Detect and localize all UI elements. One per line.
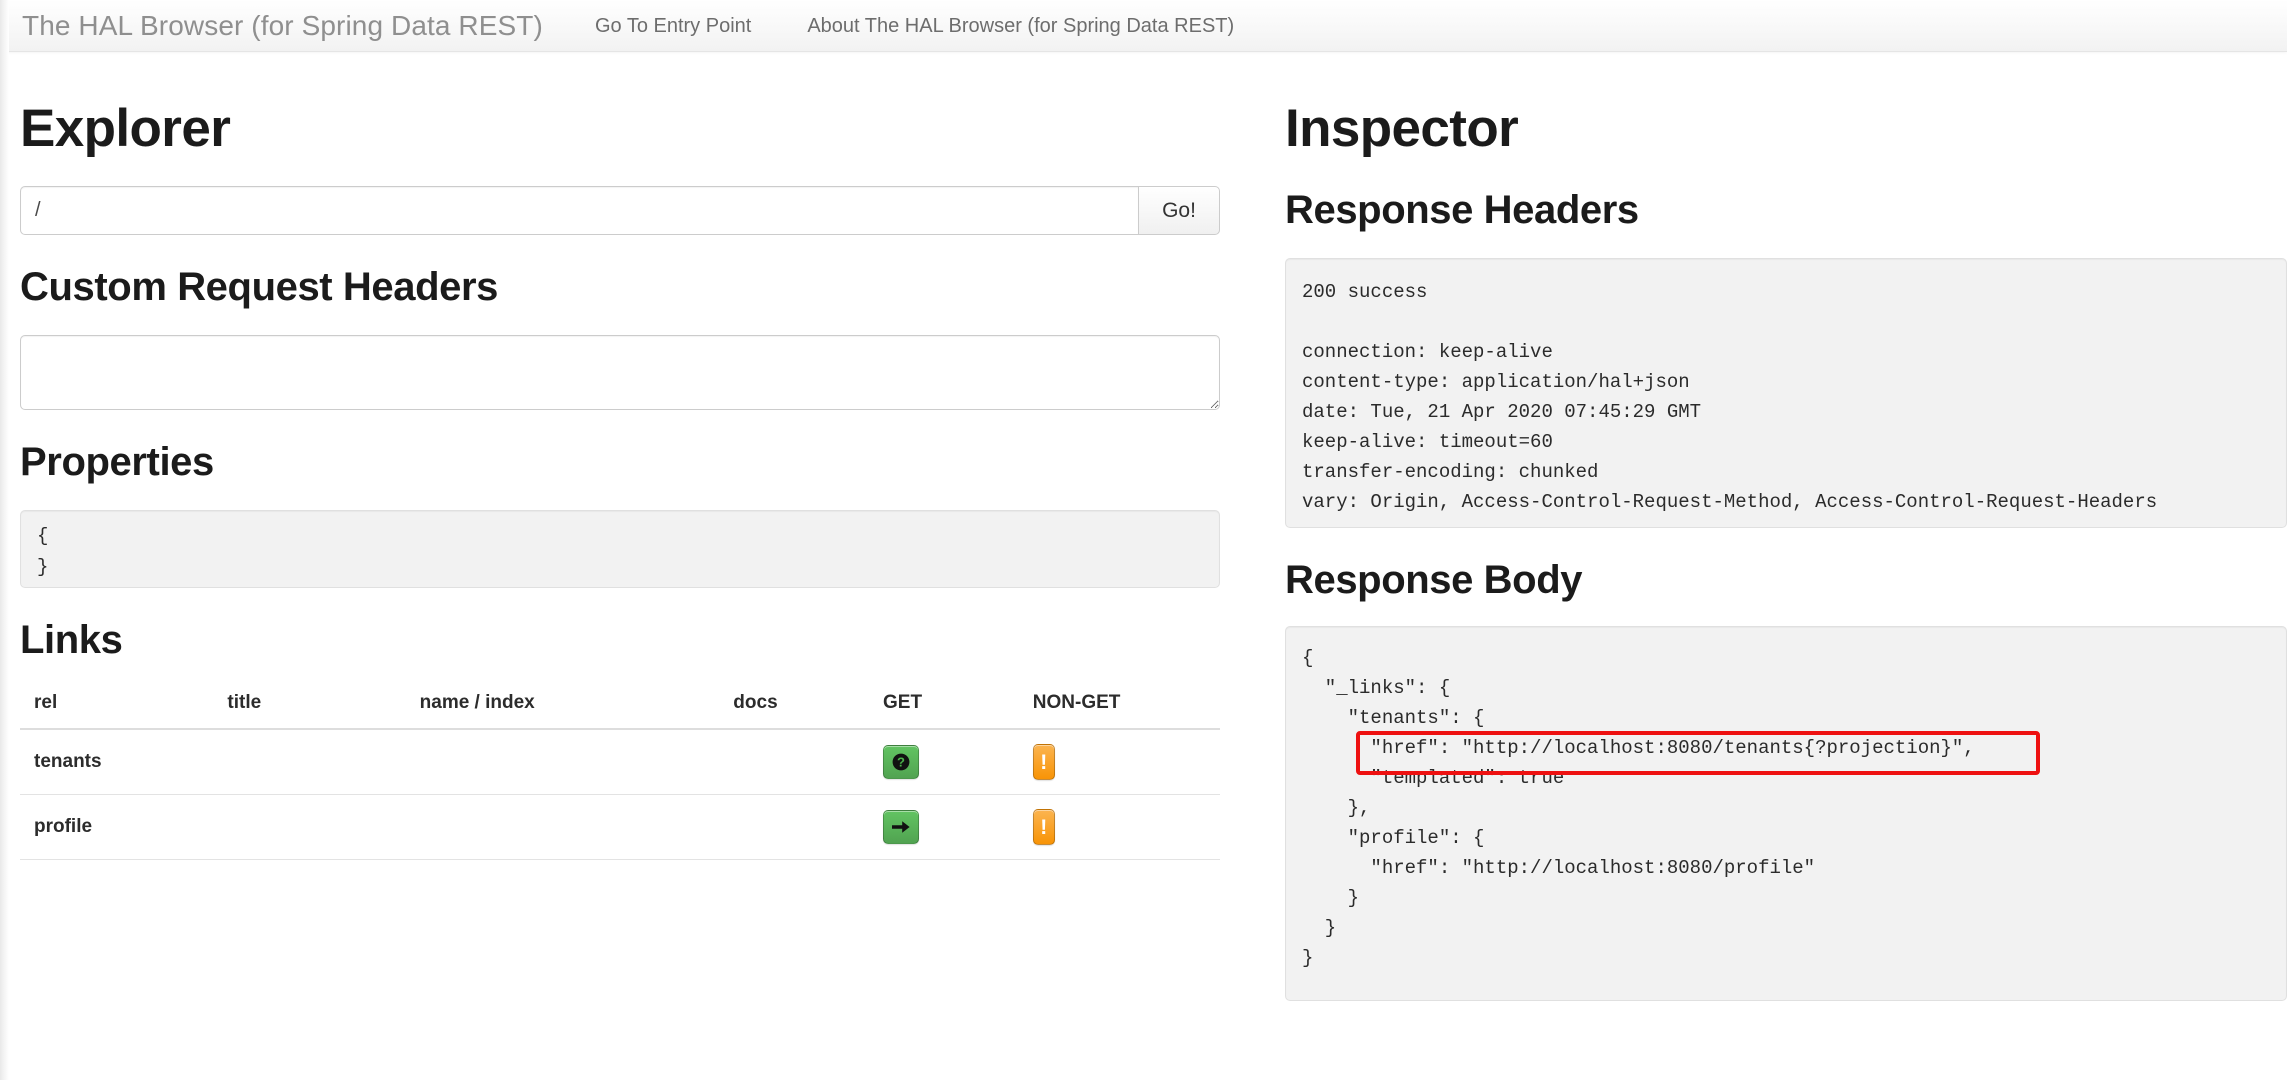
explorer-url-input[interactable] <box>20 186 1138 235</box>
response-body-well: { "_links": { "tenants": { "href": "http… <box>1285 626 2287 1001</box>
response-status-line: 200 success <box>1302 281 1428 303</box>
non-get-warning-button[interactable]: ! <box>1032 809 1055 845</box>
cell-docs <box>733 794 884 860</box>
spacer-line <box>1302 307 2270 337</box>
nav-link-about-hal-browser[interactable]: About The HAL Browser (for Spring Data R… <box>807 15 1234 37</box>
cell-rel: tenants <box>20 729 228 795</box>
exclamation-icon: ! <box>1040 815 1048 839</box>
cell-docs <box>733 729 884 795</box>
cell-name-index <box>419 729 734 795</box>
cell-get <box>883 794 1033 860</box>
column-header-get: GET <box>883 686 1033 730</box>
column-header-name-index: name / index <box>419 686 734 730</box>
explorer-url-group: Go! <box>20 186 1220 235</box>
properties-well: { } <box>20 510 1220 588</box>
column-header-non-get: NON-GET <box>1032 686 1220 730</box>
inspector-title: Inspector <box>1285 99 1519 158</box>
navbar: The HAL Browser (for Spring Data REST) G… <box>0 0 2287 52</box>
arrow-right-icon <box>891 819 911 835</box>
navbar-brand[interactable]: The HAL Browser (for Spring Data REST) <box>22 10 543 41</box>
cell-title <box>227 794 420 860</box>
cell-non-get: ! <box>1032 794 1220 860</box>
explorer-title: Explorer <box>20 99 231 158</box>
cell-get: ? <box>883 729 1033 795</box>
response-body-json: { "_links": { "tenants": { "href": "http… <box>1302 647 1975 969</box>
cell-non-get: ! <box>1032 729 1220 795</box>
inspector-column: Inspector Response Headers 200 success co… <box>1285 52 2287 1080</box>
table-row: tenants ? ! <box>20 729 1220 795</box>
response-headers-list: connection: keep-alive content-type: app… <box>1302 341 2158 513</box>
get-follow-link-button[interactable] <box>883 810 920 844</box>
cell-rel: profile <box>20 794 228 860</box>
custom-request-headers-title: Custom Request Headers <box>20 265 498 309</box>
go-button[interactable]: Go! <box>1138 186 1220 235</box>
cell-name-index <box>419 794 734 860</box>
nav-link-go-to-entry-point[interactable]: Go To Entry Point <box>595 15 751 37</box>
svg-text:?: ? <box>897 755 905 770</box>
table-row: profile ! <box>20 794 1220 860</box>
response-headers-title: Response Headers <box>1285 188 1639 232</box>
get-templated-link-button[interactable]: ? <box>883 745 920 779</box>
response-body-title: Response Body <box>1285 558 1583 602</box>
question-mark-icon: ? <box>892 753 910 771</box>
explorer-column: Explorer Go! Custom Request Headers Prop… <box>0 52 1250 1080</box>
column-header-title: title <box>227 686 420 730</box>
links-table-header-row: rel title name / index docs GET NON-GET <box>20 686 1220 730</box>
column-header-docs: docs <box>733 686 884 730</box>
links-title: Links <box>20 618 123 662</box>
cell-title <box>227 729 420 795</box>
non-get-warning-button[interactable]: ! <box>1032 744 1055 780</box>
links-table: rel title name / index docs GET NON-GET … <box>20 686 1220 860</box>
response-headers-well: 200 success connection: keep-alive conten… <box>1285 258 2287 528</box>
column-header-rel: rel <box>20 686 228 730</box>
properties-title: Properties <box>20 440 214 484</box>
exclamation-icon: ! <box>1040 750 1048 774</box>
custom-request-headers-textarea[interactable] <box>20 335 1220 410</box>
